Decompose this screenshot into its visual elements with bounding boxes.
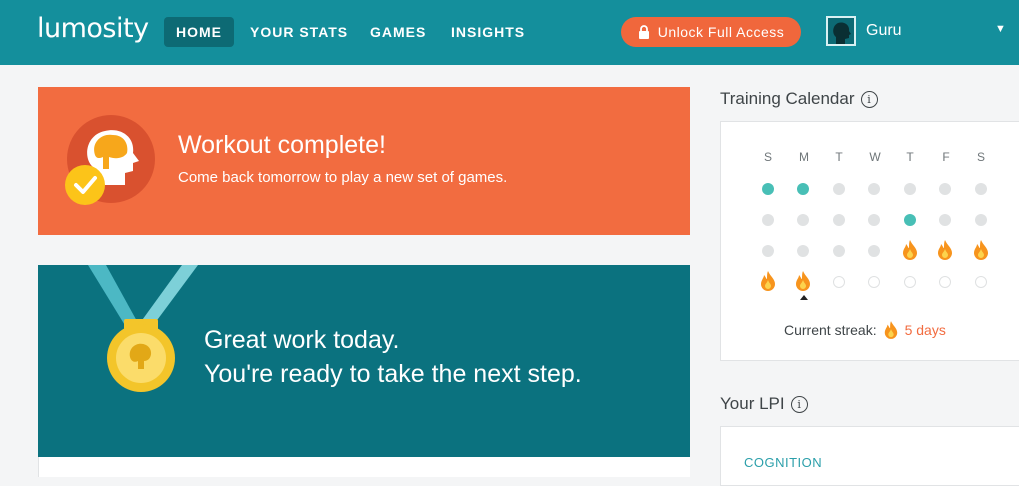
calendar-day-future xyxy=(904,276,916,288)
calendar-day-missed xyxy=(904,183,916,195)
lpi-category-cognition[interactable]: COGNITION xyxy=(744,455,822,470)
nav-insights[interactable]: INSIGHTS xyxy=(439,17,537,47)
head-silhouette-icon xyxy=(833,22,851,44)
day-label-tue: T xyxy=(835,150,843,164)
calendar-day-missed xyxy=(833,183,845,195)
brain-head-check-icon xyxy=(65,115,155,205)
streak-label: Current streak: xyxy=(784,322,877,338)
calendar-day-missed xyxy=(868,214,880,226)
workout-title: Workout complete! xyxy=(178,131,386,159)
user-name[interactable]: Guru xyxy=(866,22,902,40)
streak-value: 5 days xyxy=(904,322,946,338)
lock-icon xyxy=(638,25,649,39)
info-icon[interactable]: i xyxy=(790,395,808,413)
lpi-heading: Your LPI i xyxy=(720,394,808,414)
calendar-day-missed xyxy=(797,245,809,257)
calendar-day-flame-icon xyxy=(901,239,919,261)
lpi-title: Your LPI xyxy=(720,394,785,413)
calendar-day-future xyxy=(868,276,880,288)
calendar-day-flame-icon xyxy=(972,239,990,261)
great-work-card-footer xyxy=(38,457,690,477)
info-icon[interactable]: i xyxy=(860,90,878,108)
great-work-line1: Great work today. xyxy=(204,326,400,354)
unlock-button-label: Unlock Full Access xyxy=(657,24,785,40)
calendar-day-flame-icon xyxy=(794,270,812,292)
great-work-card: Great work today. You're ready to take t… xyxy=(38,265,690,457)
calendar-day-flame-icon xyxy=(759,270,777,292)
workout-complete-card: Workout complete! Come back tomorrow to … xyxy=(38,87,690,235)
calendar-day-future xyxy=(975,276,987,288)
medal-icon xyxy=(88,265,198,392)
day-label-sat: S xyxy=(976,150,985,164)
calendar-day-missed xyxy=(833,214,845,226)
calendar-day-missed xyxy=(762,214,774,226)
calendar-day-future xyxy=(939,276,951,288)
unlock-full-access-button[interactable]: Unlock Full Access xyxy=(621,17,801,47)
nav-home[interactable]: HOME xyxy=(164,17,234,47)
day-label-fri: F xyxy=(942,150,950,164)
day-label-wed: W xyxy=(869,150,881,164)
caret-down-icon[interactable]: ▼ xyxy=(995,23,1006,35)
calendar-day-missed xyxy=(975,214,987,226)
calendar-day-missed xyxy=(762,245,774,257)
nav-your-stats[interactable]: YOUR STATS xyxy=(238,17,360,47)
avatar[interactable] xyxy=(826,16,856,46)
calendar-day-missed xyxy=(868,183,880,195)
calendar-day-future xyxy=(833,276,845,288)
calendar-day-flame-icon xyxy=(936,239,954,261)
calendar-day-done xyxy=(762,183,774,195)
calendar-day-done xyxy=(904,214,916,226)
calendar-day-missed xyxy=(975,183,987,195)
day-label-sun: S xyxy=(763,150,772,164)
calendar-day-missed xyxy=(797,214,809,226)
lumosity-logo[interactable]: lumosity xyxy=(37,13,149,44)
day-label-mon: M xyxy=(799,150,809,164)
top-nav-bar: lumosity HOME YOUR STATS GAMES INSIGHTS … xyxy=(0,0,1019,65)
current-streak: Current streak: 5 days xyxy=(784,320,946,340)
nav-games[interactable]: GAMES xyxy=(358,17,438,47)
great-work-line2: You're ready to take the next step. xyxy=(204,360,582,388)
workout-subtitle: Come back tomorrow to play a new set of … xyxy=(178,169,508,186)
calendar-day-done xyxy=(797,183,809,195)
today-marker xyxy=(800,295,808,300)
training-calendar-title: Training Calendar xyxy=(720,89,855,108)
calendar-day-missed xyxy=(939,183,951,195)
flame-icon xyxy=(884,321,897,339)
calendar-day-missed xyxy=(868,245,880,257)
calendar-day-missed xyxy=(833,245,845,257)
day-label-thu: T xyxy=(906,150,914,164)
calendar-day-missed xyxy=(939,214,951,226)
training-calendar-heading: Training Calendar i xyxy=(720,89,878,109)
